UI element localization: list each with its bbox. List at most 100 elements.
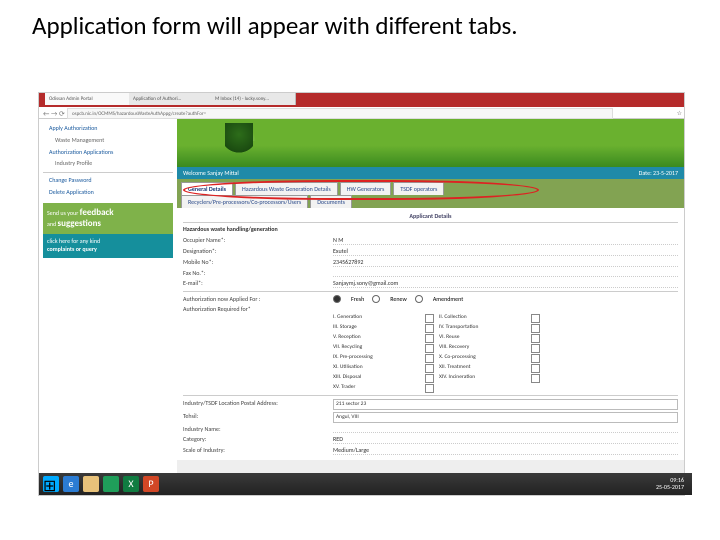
radio-amend-lbl: Amendment	[433, 295, 463, 303]
check-label: X. Co-processing	[439, 354, 531, 363]
tab-tsdf-operators[interactable]: TSDF operators	[393, 182, 444, 195]
sidebar-item-waste[interactable]: Waste Management	[43, 135, 173, 147]
scale-value: Medium/Large	[333, 446, 678, 455]
checkbox[interactable]	[425, 384, 434, 393]
check-label: VII. Recycling	[333, 344, 425, 353]
checkbox[interactable]	[531, 354, 540, 363]
postal-input[interactable]: 211 sector 23	[333, 399, 678, 410]
check-label: XV. Trader	[333, 384, 425, 393]
tab-recyclers[interactable]: Recyclers/Pre-processors/Co-processors/U…	[181, 195, 308, 208]
checkbox[interactable]	[425, 334, 434, 343]
sidebar: Apply Authorization Waste Management Aut…	[39, 119, 177, 474]
radio-renew[interactable]	[372, 295, 380, 303]
sidebar-item-change-pw[interactable]: Change Password	[43, 175, 173, 187]
feedback-box[interactable]: Send us your feedback and suggestions	[43, 203, 173, 234]
tab-documents[interactable]: Documents	[310, 195, 352, 208]
ie-icon[interactable]: e	[63, 476, 79, 492]
clock-date: 25-05-2017	[656, 484, 684, 491]
sidebar-item-auth-apps[interactable]: Authorization Applications	[43, 147, 173, 159]
check-label	[439, 384, 531, 393]
radio-fresh[interactable]	[333, 295, 341, 303]
welcome-date: Date: 23-5-2017	[639, 167, 678, 179]
authreq-label: Authorization Required for*	[183, 305, 333, 313]
reload-icon[interactable]: ⟳	[59, 108, 65, 119]
checkbox[interactable]	[425, 364, 434, 373]
taskbar: ⊞ e X P 09:16 25-05-2017	[39, 473, 692, 495]
checkbox	[531, 384, 545, 393]
email-value[interactable]: Sanjaymj.sony@gmail.com	[333, 279, 678, 288]
folder-icon[interactable]	[83, 476, 99, 492]
check-label: V. Reception	[333, 334, 425, 343]
back-icon[interactable]: ←	[43, 108, 49, 119]
checkbox[interactable]	[531, 364, 540, 373]
welcome-bar: Welcome Sanjay Mittal Date: 23-5-2017	[177, 167, 684, 179]
mobile-value[interactable]: 2345627892	[333, 258, 678, 267]
checkbox[interactable]	[531, 334, 540, 343]
feedback-l2: feedback	[80, 207, 114, 218]
checkbox[interactable]	[531, 314, 540, 323]
tehsil-label: Tehsil:	[183, 412, 333, 423]
check-label: II. Collection	[439, 314, 531, 323]
url-input[interactable]: ospcb.nic.in/OCMMS/hazardousWasteAuthApp…	[67, 108, 613, 119]
applicant-heading: Applicant Details	[183, 212, 678, 220]
browser-tab-3[interactable]: M Inbox (14) - lucky.sony…	[211, 93, 296, 105]
checkbox[interactable]	[425, 324, 434, 333]
check-label: XIII. Disposal	[333, 374, 425, 383]
checkbox[interactable]	[425, 344, 434, 353]
mobile-label: Mobile No*:	[183, 258, 333, 267]
checkbox[interactable]	[425, 354, 434, 363]
form-area: Applicant Details Hazardous waste handli…	[177, 208, 684, 460]
occupier-label: Occupier Name*:	[183, 236, 333, 245]
checkbox[interactable]	[531, 374, 540, 383]
checkbox[interactable]	[531, 324, 540, 333]
radio-amend[interactable]	[415, 295, 423, 303]
check-label: VIII. Recovery	[439, 344, 531, 353]
powerpoint-icon[interactable]: P	[143, 476, 159, 492]
checkbox[interactable]	[425, 374, 434, 383]
taskbar-clock[interactable]: 09:16 25-05-2017	[656, 477, 684, 490]
fax-label: Fax No.*:	[183, 269, 333, 277]
forward-icon[interactable]: →	[51, 108, 57, 119]
email-label: E-mail*:	[183, 279, 333, 288]
main: Welcome Sanjay Mittal Date: 23-5-2017 Ge…	[177, 119, 684, 474]
complaints-box[interactable]: click here for any kind complaints or qu…	[43, 234, 173, 258]
check-label: I. Generation	[333, 314, 425, 323]
browser-tab-2[interactable]: Application of Authori…	[129, 93, 216, 105]
check-label: XII. Treatment	[439, 364, 531, 373]
feedback-l4: suggestions	[58, 218, 101, 229]
fax-value[interactable]	[333, 269, 678, 277]
store-icon[interactable]	[103, 476, 119, 492]
authreq-grid: I. GenerationII. CollectionIII. StorageI…	[333, 314, 678, 393]
browser-tabstrip: Odissan Admin Portal Application of Auth…	[39, 93, 684, 107]
tree-icon	[225, 123, 253, 161]
slide-title: Application form will appear with differ…	[0, 0, 720, 49]
screenshot: Odissan Admin Portal Application of Auth…	[38, 92, 685, 496]
sidebar-item-apply[interactable]: Apply Authorization	[43, 123, 173, 135]
tab-hw-generation[interactable]: Hazardous Waste Generation Details	[235, 182, 338, 195]
check-label: IV. Transportation	[439, 324, 531, 333]
checkbox[interactable]	[425, 314, 434, 323]
tehsil-input[interactable]: Angul, VIII	[333, 412, 678, 423]
indname-label: Industry Name:	[183, 425, 333, 433]
section-title: Hazardous waste handling/generation	[183, 225, 678, 233]
tab-general-details[interactable]: General Details	[181, 182, 233, 195]
occupier-value[interactable]: N M	[333, 236, 678, 245]
sidebar-item-delete-app[interactable]: Delete Application	[43, 187, 173, 199]
browser-urlbar: ← → ⟳ ospcb.nic.in/OCMMS/hazardousWasteA…	[39, 107, 684, 119]
designation-value[interactable]: Exutel	[333, 247, 678, 256]
check-label: IX. Pre-processing	[333, 354, 425, 363]
checkbox[interactable]	[531, 344, 540, 353]
authapplied-label: Authorization now Applied For :	[183, 295, 333, 303]
category-label: Category:	[183, 435, 333, 444]
welcome-user: Welcome Sanjay Mittal	[183, 167, 239, 179]
page: Apply Authorization Waste Management Aut…	[39, 119, 684, 474]
sidebar-item-industry[interactable]: Industry Profile	[43, 158, 173, 170]
star-icon[interactable]: ☆	[677, 108, 682, 119]
excel-icon[interactable]: X	[123, 476, 139, 492]
start-button[interactable]: ⊞	[43, 476, 59, 492]
radio-renew-lbl: Renew	[390, 295, 407, 303]
tab-hw-generators[interactable]: HW Generators	[340, 182, 392, 195]
banner	[177, 119, 684, 167]
category-value: RED	[333, 435, 678, 444]
browser-tab-1[interactable]: Odissan Admin Portal	[45, 93, 130, 105]
